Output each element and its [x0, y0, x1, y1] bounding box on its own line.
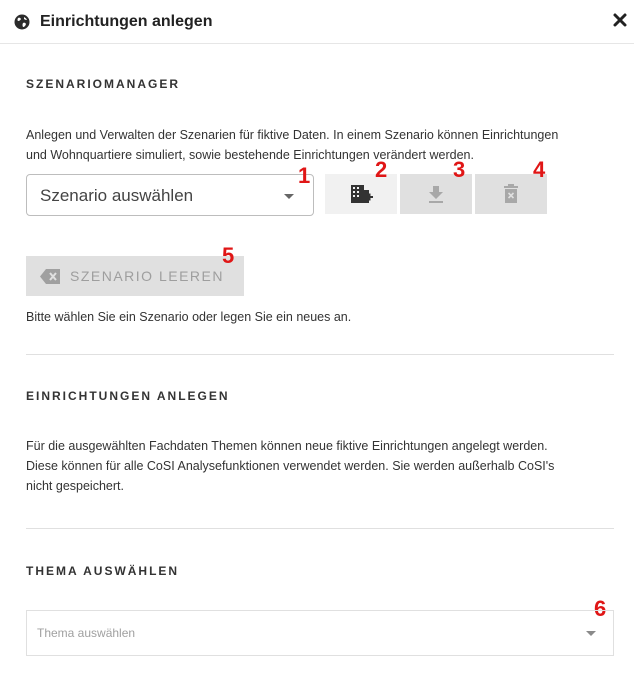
facilities-description-line1: Für die ausgewählten Fachdaten Themen kö…	[26, 439, 548, 453]
marker-5: 5	[222, 243, 235, 268]
marker-2: 2	[375, 157, 388, 182]
marker-3: 3	[453, 157, 466, 182]
facilities-description-line2: Diese können für alle CoSI Analysefunkti…	[26, 459, 555, 473]
trash-icon	[504, 184, 518, 203]
scenario-description: Anlegen und Verwalten der Szenarien für …	[26, 125, 606, 165]
clear-scenario-button[interactable]: SZENARIO LEEREN	[26, 256, 244, 296]
facilities-description-line3: nicht gespeichert.	[26, 479, 124, 493]
clear-scenario-label: SZENARIO LEEREN	[70, 268, 224, 284]
dialog-header: Einrichtungen anlegen	[0, 0, 634, 44]
theme-heading: THEMA AUSWÄHLEN	[26, 564, 180, 578]
theme-select-placeholder: Thema auswählen	[37, 626, 136, 640]
backspace-icon	[40, 269, 60, 284]
add-building-icon	[351, 185, 373, 203]
facilities-description: Für die ausgewählten Fachdaten Themen kö…	[26, 436, 606, 496]
scenario-description-line1: Anlegen und Verwalten der Szenarien für …	[26, 128, 559, 142]
divider	[26, 528, 614, 529]
chevron-down-icon	[586, 631, 596, 636]
globe-icon	[14, 14, 30, 30]
download-icon	[429, 186, 443, 203]
divider	[26, 354, 614, 355]
scenario-select[interactable]: Szenario auswählen	[26, 174, 314, 216]
scenario-hint: Bitte wählen Sie ein Szenario oder legen…	[26, 310, 352, 324]
scenario-description-line2: und Wohnquartiere simuliert, sowie beste…	[26, 148, 474, 162]
dialog-title: Einrichtungen anlegen	[40, 13, 213, 30]
marker-4: 4	[533, 157, 546, 182]
chevron-down-icon	[284, 194, 294, 199]
scenario-manager-heading: SZENARIOMANAGER	[26, 77, 181, 91]
close-icon[interactable]	[612, 12, 628, 28]
scenario-select-value: Szenario auswählen	[40, 186, 194, 205]
facilities-heading: EINRICHTUNGEN ANLEGEN	[26, 389, 230, 403]
theme-select[interactable]: Thema auswählen	[26, 610, 614, 656]
marker-1: 1	[298, 163, 311, 188]
